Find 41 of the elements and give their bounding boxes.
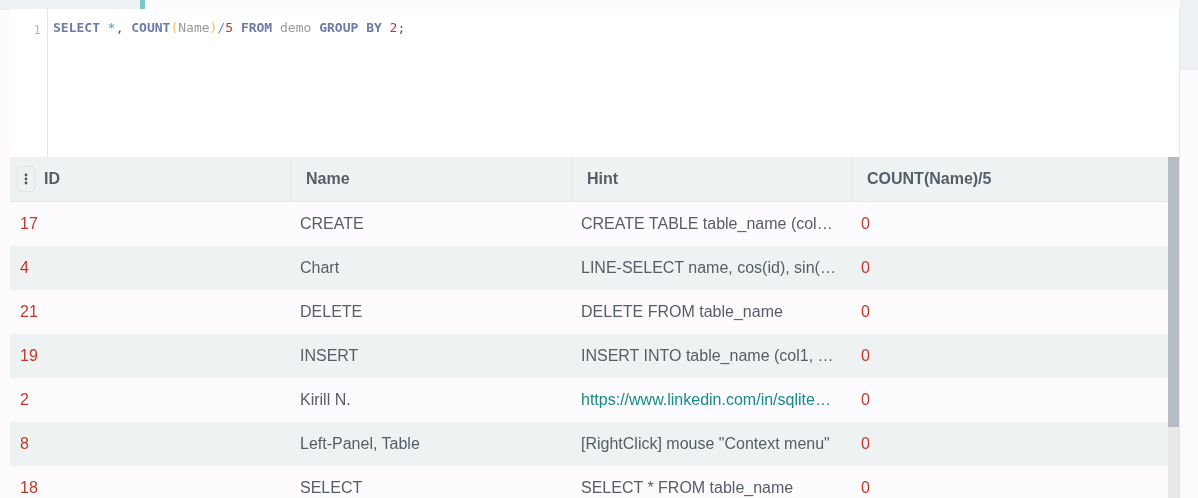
table-cell: CREATE TABLE table_name (col… (581, 215, 833, 233)
side-panel-background (1180, 0, 1198, 70)
tab[interactable] (0, 0, 140, 10)
column-header[interactable]: Hint (587, 170, 619, 188)
table-cell: 0 (861, 435, 870, 453)
column-header[interactable]: ID (44, 170, 60, 188)
table-cell: 18 (20, 479, 38, 497)
table-cell: DELETE FROM table_name (581, 303, 783, 321)
table-cell: LINE-SELECT name, cos(id), sin(… (581, 259, 836, 277)
more-vertical-icon (24, 173, 28, 185)
table-cell: 0 (861, 347, 870, 365)
table-cell: SELECT (300, 479, 363, 497)
table-cell: 0 (861, 215, 870, 233)
link[interactable]: https://www.linkedin.com/in/sqlite… (581, 391, 831, 409)
table-cell: 2 (20, 391, 29, 409)
code-line: SELECT *, COUNT(Name)/5 FROM demo GROUP BY 2; (52, 19, 406, 37)
table-cell: 0 (861, 303, 870, 321)
active-tab-indicator (140, 0, 145, 10)
table-cell: DELETE (300, 303, 363, 321)
table-cell: 21 (20, 303, 38, 321)
table-cell: SELECT * FROM table_name (581, 479, 794, 497)
code-editor[interactable]: 1 SELECT *, COUNT(Name)/5 FROM demo GROUP BY 2; (10, 9, 1179, 157)
table-cell: 19 (20, 347, 38, 365)
column-header[interactable]: COUNT(Name)/5 (867, 170, 992, 188)
table-cell: 0 (861, 479, 870, 497)
table-cell: 0 (861, 391, 870, 409)
column-header[interactable]: Name (306, 170, 350, 188)
table-cell: CREATE (300, 215, 364, 233)
table-cell: 0 (861, 259, 870, 277)
table-cell: INSERT INTO table_name (col1, … (581, 347, 834, 365)
table-cell: INSERT (300, 347, 359, 365)
table-cell: Chart (300, 259, 340, 277)
column-menu-button[interactable] (17, 166, 35, 192)
table-cell: Kirill N. (300, 391, 351, 409)
line-number: 1 (33, 22, 41, 37)
table-cell: [RightClick] mouse "Context menu" (581, 435, 830, 453)
table-cell: 8 (20, 435, 29, 453)
table-cell: 17 (20, 215, 38, 233)
table-cell: Left-Panel, Table (300, 435, 420, 453)
table-cell: 4 (20, 259, 29, 277)
scrollbar-thumb[interactable] (1168, 157, 1179, 427)
